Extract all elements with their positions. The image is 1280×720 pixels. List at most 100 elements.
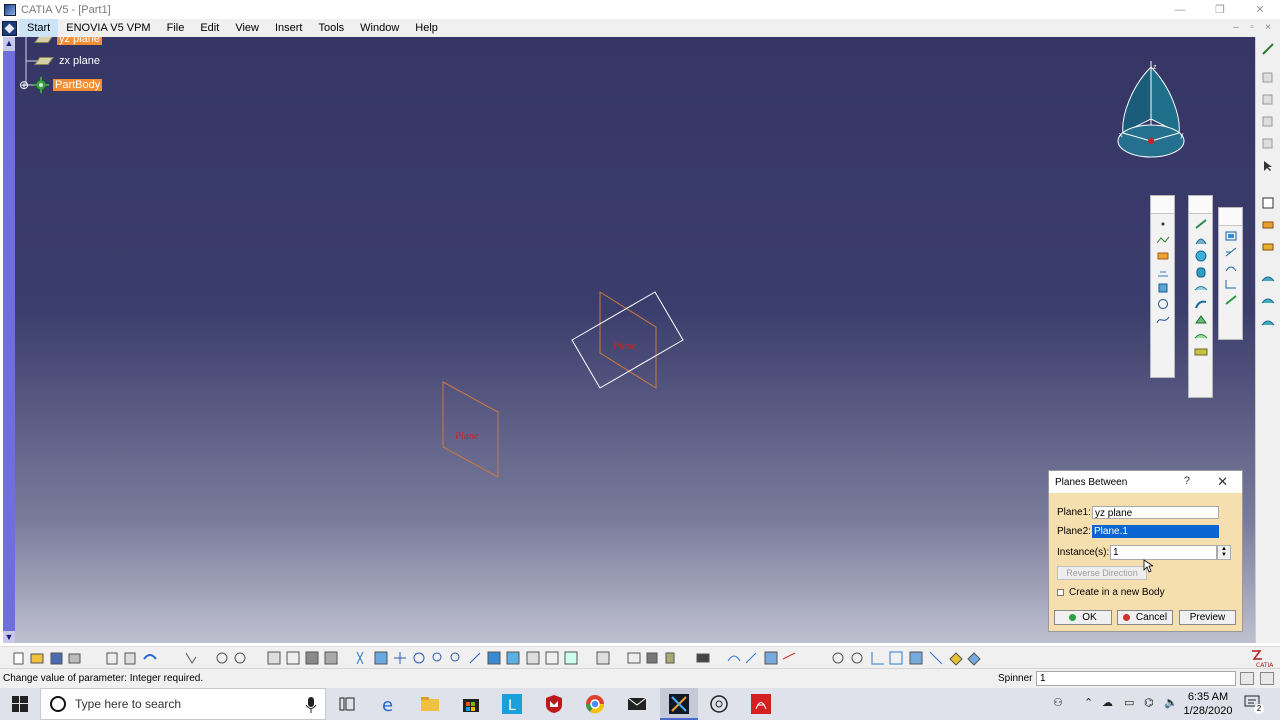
doc-close-button[interactable]: × xyxy=(1260,19,1276,37)
axis-icon[interactable] xyxy=(832,652,844,664)
status-icon-b[interactable] xyxy=(1260,672,1274,685)
transform-icon[interactable] xyxy=(1224,294,1238,306)
scroll-down-arrow-icon[interactable]: ▼ xyxy=(3,631,15,643)
store-icon[interactable] xyxy=(461,694,481,714)
chrome-icon[interactable] xyxy=(585,694,605,714)
projection-icon[interactable] xyxy=(1156,266,1170,278)
cut-icon[interactable] xyxy=(1261,115,1275,129)
menu-file[interactable]: File xyxy=(159,19,193,37)
blend-icon[interactable] xyxy=(1194,346,1208,358)
volume-icon[interactable]: 🔈 xyxy=(1164,696,1178,709)
xy-plane-outline[interactable] xyxy=(571,291,684,389)
copy-tb-icon[interactable] xyxy=(106,652,118,665)
catalog-icon[interactable] xyxy=(286,651,300,665)
people-icon[interactable]: ⚇ xyxy=(1053,696,1063,709)
revolve-icon[interactable] xyxy=(1194,234,1208,246)
lock-icon[interactable] xyxy=(665,652,675,664)
tree-scrollbar[interactable]: ▲ ▼ xyxy=(3,37,15,643)
catia-taskbar-button[interactable] xyxy=(660,688,698,720)
knowledge-icon[interactable] xyxy=(305,651,319,665)
analysis-icon[interactable] xyxy=(782,652,796,660)
zx-plane-outline[interactable] xyxy=(599,291,657,389)
doc-minimize-button[interactable]: – xyxy=(1228,19,1244,37)
copy-icon[interactable] xyxy=(1261,71,1275,85)
taskbar-clock[interactable]: 6:35 AM 1/28/2020 xyxy=(1180,690,1236,718)
scroll-thumb[interactable] xyxy=(3,51,15,631)
snap-icon[interactable] xyxy=(929,651,943,665)
table-icon[interactable] xyxy=(267,651,281,665)
action-center-button[interactable]: 2 xyxy=(1244,694,1264,714)
menu-view[interactable]: View xyxy=(227,19,267,37)
tray-overflow-icon[interactable]: ⌃ xyxy=(1084,696,1093,709)
catia-logo-icon[interactable] xyxy=(2,20,17,36)
hide-show-icon[interactable] xyxy=(545,651,559,665)
rotate-view-icon[interactable] xyxy=(413,652,425,664)
instances-input[interactable]: 1 xyxy=(1110,545,1217,560)
join-icon[interactable] xyxy=(1224,230,1238,242)
edge-browser-icon[interactable]: e xyxy=(380,694,400,714)
instances-spinner[interactable]: ▲ ▼ xyxy=(1217,545,1231,560)
menu-help[interactable]: Help xyxy=(407,19,446,37)
comment-icon[interactable] xyxy=(234,652,246,664)
fillet-icon[interactable] xyxy=(1224,278,1238,290)
update-icon[interactable] xyxy=(727,655,741,662)
fill-icon[interactable] xyxy=(1194,314,1208,326)
plane1-field[interactable]: yz plane xyxy=(1092,506,1219,519)
capture-icon[interactable] xyxy=(696,653,710,663)
inertia-icon[interactable] xyxy=(764,651,778,665)
axis-system-icon[interactable] xyxy=(871,652,884,665)
menu-start[interactable]: Start xyxy=(19,19,59,37)
toolbar-handle[interactable] xyxy=(1219,208,1242,226)
close-button[interactable]: ✕ xyxy=(1240,0,1280,19)
plane-tool-icon[interactable] xyxy=(1156,250,1170,262)
grid-icon[interactable] xyxy=(889,651,903,665)
shape-icon[interactable] xyxy=(1261,240,1275,254)
battery-icon[interactable]: ▭ xyxy=(1124,696,1134,709)
network-icon[interactable]: ⌬ xyxy=(1144,696,1154,709)
sweep-icon[interactable] xyxy=(1194,298,1208,310)
spinner-down-arrow-icon[interactable]: ▼ xyxy=(1218,552,1230,558)
toolbar-handle[interactable] xyxy=(1151,196,1174,214)
filter-icon[interactable] xyxy=(967,652,981,666)
preview-button[interactable]: Preview xyxy=(1179,610,1236,625)
help-icon[interactable]: ? xyxy=(1184,475,1190,487)
ok-button[interactable]: OK xyxy=(1054,610,1112,625)
normal-view-icon[interactable] xyxy=(469,652,481,664)
zoom-out-icon[interactable] xyxy=(450,652,460,662)
intersection-icon[interactable] xyxy=(1156,282,1170,294)
open-icon[interactable] xyxy=(30,653,44,664)
restore-button[interactable]: ❐ xyxy=(1200,0,1240,19)
menu-window[interactable]: Window xyxy=(352,19,407,37)
iso-view-icon[interactable] xyxy=(506,651,520,665)
print-icon[interactable] xyxy=(68,653,81,664)
status-icon-a[interactable] xyxy=(1240,672,1254,685)
plane2-field[interactable]: Plane.1 xyxy=(1092,525,1219,538)
menu-edit[interactable]: Edit xyxy=(192,19,227,37)
properties-icon[interactable] xyxy=(949,652,963,666)
fit-all-icon[interactable] xyxy=(374,651,388,665)
boolean-icon[interactable] xyxy=(1261,218,1275,232)
sphere-icon[interactable] xyxy=(1194,250,1208,262)
line-icon[interactable] xyxy=(1156,234,1170,246)
compass-icon[interactable]: z x y xyxy=(1113,57,1193,167)
shading-icon[interactable] xyxy=(526,651,540,665)
fly-icon[interactable] xyxy=(356,651,364,665)
mirror-icon[interactable] xyxy=(1261,315,1275,329)
rotate-icon[interactable] xyxy=(1261,293,1275,307)
break-icon[interactable] xyxy=(646,652,658,664)
mcafee-icon[interactable] xyxy=(544,694,564,714)
swap-space-icon[interactable] xyxy=(564,651,578,665)
reverse-direction-button[interactable]: Reverse Direction xyxy=(1057,566,1147,580)
pan-icon[interactable] xyxy=(394,652,406,664)
extrude-icon[interactable] xyxy=(1194,218,1208,230)
menu-insert[interactable]: Insert xyxy=(267,19,311,37)
task-view-icon[interactable] xyxy=(337,694,357,714)
offset-icon[interactable] xyxy=(1194,282,1208,294)
zoom-in-icon[interactable] xyxy=(432,652,442,662)
cylinder-icon[interactable] xyxy=(1194,266,1208,278)
undo-icon[interactable] xyxy=(1261,137,1275,151)
circle-icon[interactable] xyxy=(1156,298,1170,310)
mail-icon[interactable] xyxy=(627,694,647,714)
acrobat-icon[interactable] xyxy=(751,694,771,714)
sketcher-icon[interactable] xyxy=(1261,42,1275,56)
